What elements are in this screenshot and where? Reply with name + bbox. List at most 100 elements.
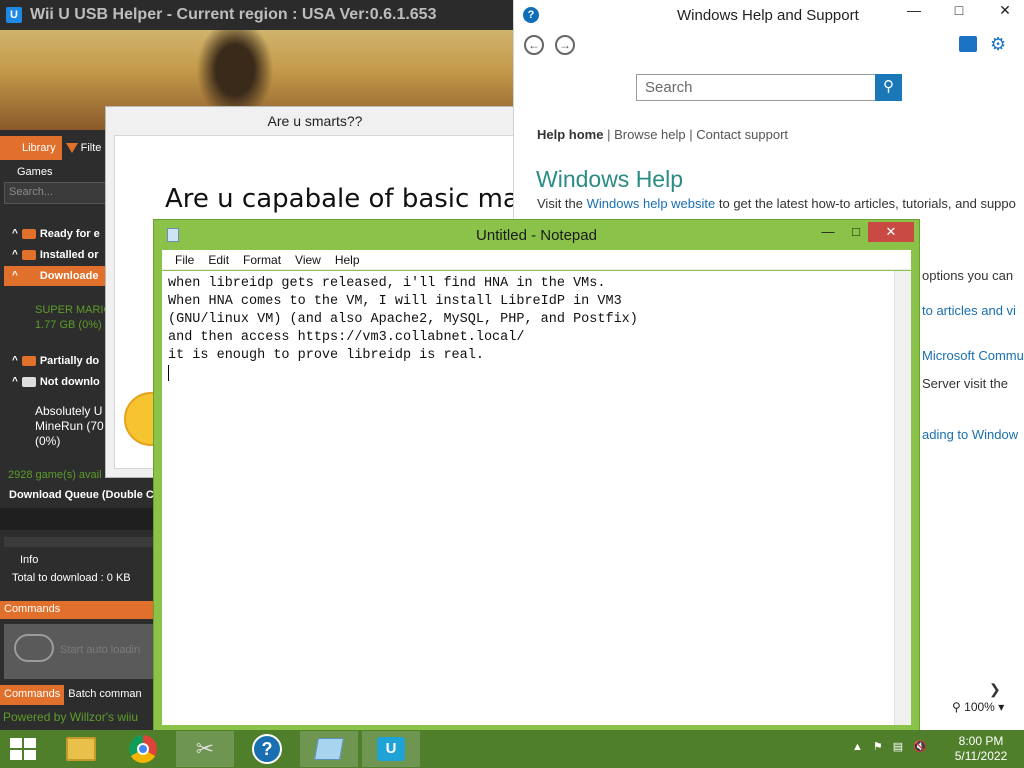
list-item[interactable]: Absolutely U [35, 404, 102, 419]
tab-filter-label: Filte [80, 142, 102, 154]
notepad-icon [314, 738, 344, 760]
search-icon[interactable]: ⚲ [875, 74, 902, 101]
help-link-fragment[interactable]: ading to Window [922, 427, 1018, 442]
forward-arrow-icon[interactable]: → [555, 35, 575, 55]
notepad-titlebar[interactable]: Untitled - Notepad — □ ✕ [154, 220, 919, 250]
wiiu-icon: U [377, 737, 405, 761]
wiiu-window-title: Wii U USB Helper - Current region : USA … [30, 6, 437, 23]
close-button[interactable]: ✕ [990, 2, 1020, 24]
help-intro-paragraph: Visit the Windows help website to get th… [537, 196, 1016, 211]
bottom-tabs: Commands Batch comman [0, 685, 146, 705]
action-center-flag-icon[interactable]: ⚑ [873, 740, 883, 753]
help-text-fragment: Server visit the [922, 376, 1008, 391]
windows-help-website-link[interactable]: Windows help website [587, 196, 716, 211]
taskbar: ✂ ? U ▲ ⚑ ▤ 🔇 8:00 PM 5/11/2022 [0, 730, 1024, 768]
category-label: Ready for e [39, 228, 100, 240]
chevron-up-icon: ^ [12, 355, 18, 366]
notepad-menubar: File Edit Format View Help [162, 250, 911, 270]
commands-header: Commands [0, 601, 155, 619]
auto-load-button[interactable]: Start auto loadin [4, 624, 154, 679]
notepad-window: Untitled - Notepad — □ ✕ File Edit Forma… [153, 219, 920, 732]
notepad-text[interactable]: when libreidp gets released, i'll find H… [168, 275, 638, 365]
volume-muted-icon[interactable]: 🔇 [913, 740, 927, 753]
partial-icon [21, 356, 36, 366]
games-label: Games [17, 166, 53, 178]
horizontal-scrollbar[interactable] [4, 537, 154, 547]
clock-date: 5/11/2022 [954, 749, 1008, 763]
total-to-download: Total to download : 0 KB [12, 572, 131, 584]
taskbar-clock[interactable]: 8:00 PM 5/11/2022 [950, 734, 1012, 764]
network-icon[interactable]: ▤ [893, 740, 903, 753]
help-taskbar-button[interactable]: ? [238, 731, 296, 767]
minimize-button[interactable]: — [816, 222, 840, 242]
menu-file[interactable]: File [168, 250, 201, 269]
print-icon[interactable] [959, 36, 977, 52]
clock-time: 8:00 PM [958, 734, 1004, 748]
powered-by-text: Powered by Willzor's wiiu [3, 710, 138, 724]
wiiu-titlebar[interactable]: U Wii U USB Helper - Current region : US… [0, 0, 520, 30]
vertical-scrollbar[interactable] [894, 271, 911, 725]
chevron-down-icon: ▾ [998, 700, 1005, 714]
help-question-icon: ? [523, 7, 539, 23]
help-home-link[interactable]: Help home [537, 127, 603, 142]
auto-load-label: Start auto loadin [60, 644, 141, 656]
maximize-button[interactable]: □ [844, 222, 868, 242]
category-label: Installed or [39, 249, 99, 261]
download-queue-label: Download Queue (Double C [9, 489, 154, 501]
chevron-up-icon: ^ [12, 376, 18, 387]
chevron-right-icon[interactable]: ❯ [989, 681, 1001, 698]
downloaded-item-size: 1.77 GB (0%) [35, 319, 102, 331]
gear-icon[interactable]: ⚙ [990, 34, 1006, 55]
cloud-icon [21, 377, 36, 387]
quiz-question: Are u capabale of basic mat [165, 184, 530, 214]
help-heading: Windows Help [536, 166, 683, 192]
scissors-icon: ✂ [195, 736, 215, 761]
console-icon [21, 250, 36, 260]
menu-edit[interactable]: Edit [201, 250, 236, 269]
info-label: Info [20, 554, 39, 566]
snipping-tool-taskbar-button[interactable]: ✂ [176, 731, 234, 767]
menu-help[interactable]: Help [328, 250, 367, 269]
notepad-text-area[interactable]: when libreidp gets released, i'll find H… [162, 271, 911, 725]
help-question-icon: ? [252, 734, 282, 764]
system-tray: ▲ ⚑ ▤ 🔇 [852, 740, 927, 754]
maximize-button[interactable]: □ [944, 2, 974, 24]
start-button[interactable] [10, 738, 36, 760]
minimize-button[interactable]: — [899, 2, 929, 24]
tab-filter[interactable]: Filte [61, 136, 108, 160]
chevron-up-icon: ^ [12, 228, 18, 239]
contact-support-link[interactable]: Contact support [696, 127, 788, 142]
wiiu-usb-helper-taskbar-button[interactable]: U [362, 731, 420, 767]
zoom-level[interactable]: ⚲ 100% ▾ [952, 700, 1004, 714]
list-item[interactable]: MineRun (70 [35, 419, 104, 434]
category-label: Downloade [39, 270, 99, 282]
quiz-dialog-title[interactable]: Are u smarts?? [106, 107, 524, 135]
tab-library[interactable]: Library [0, 136, 62, 160]
show-hidden-icons-icon[interactable]: ▲ [852, 741, 863, 753]
menu-format[interactable]: Format [236, 250, 288, 269]
games-available-count: 2928 game(s) avail [8, 469, 102, 481]
back-arrow-icon[interactable]: ← [524, 35, 544, 55]
category-label: Not downlo [39, 376, 100, 388]
zoom-icon: ⚲ [952, 700, 961, 714]
help-search-input[interactable]: Search [636, 74, 876, 101]
tab-batch-commands[interactable]: Batch comman [64, 685, 145, 705]
chrome-icon [129, 735, 157, 763]
text-caret [168, 365, 169, 381]
help-nav-links: Help home | Browse help | Contact suppor… [537, 127, 789, 142]
menu-view[interactable]: View [288, 250, 328, 269]
help-link-fragment[interactable]: to articles and vi [922, 303, 1016, 318]
help-link-fragment[interactable]: Microsoft Commu [922, 348, 1024, 363]
help-window-title: Windows Help and Support [677, 7, 859, 24]
help-text-fragment: options you can [922, 268, 1014, 283]
downloaded-item-title[interactable]: SUPER MARIO [35, 304, 112, 316]
file-explorer-taskbar-button[interactable] [52, 731, 110, 767]
notepad-taskbar-button[interactable] [300, 731, 358, 767]
close-button[interactable]: ✕ [868, 222, 914, 242]
wiiu-app-icon: U [6, 7, 22, 23]
browse-help-link[interactable]: Browse help [614, 127, 686, 142]
gamepad-icon [21, 229, 36, 239]
chrome-taskbar-button[interactable] [114, 731, 172, 767]
tab-commands[interactable]: Commands [0, 685, 65, 705]
filter-icon [65, 143, 78, 153]
